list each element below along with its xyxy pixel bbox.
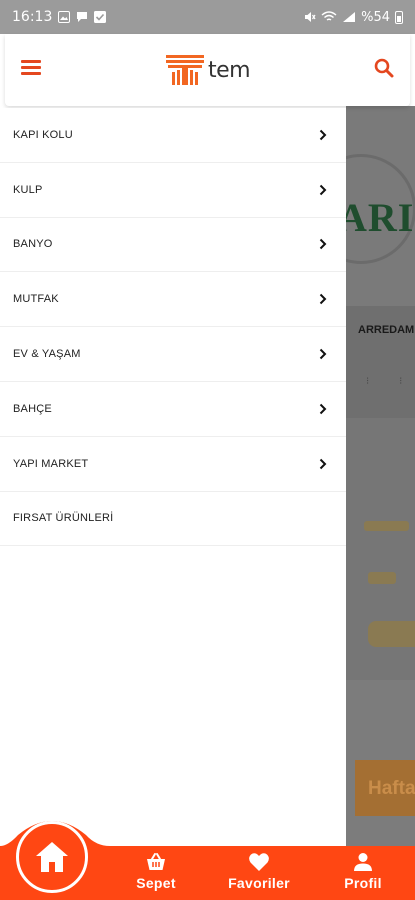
nav-label: Sepet	[136, 875, 176, 891]
heart-icon	[249, 853, 269, 871]
battery-icon	[395, 10, 403, 24]
checkbox-icon	[94, 11, 107, 23]
status-bar: 16:13 %54	[0, 0, 415, 34]
nav-profil[interactable]: Profil	[341, 848, 385, 898]
menu-item-mutfak[interactable]: MUTFAK	[0, 272, 346, 328]
chevron-right-icon	[319, 184, 327, 195]
status-time: 16:13	[12, 9, 53, 25]
menu-item-bahce[interactable]: BAHÇE	[0, 382, 346, 437]
chevron-right-icon	[319, 458, 327, 469]
background-brand-logo-area: ARIT	[346, 106, 415, 306]
carousel-dots: ⁝⁝	[366, 376, 402, 387]
image-icon	[58, 11, 71, 23]
chevron-right-icon	[319, 403, 327, 415]
search-icon[interactable]	[372, 56, 396, 80]
battery-percent: %54	[361, 9, 390, 25]
menu-item-kapi-kolu[interactable]: KAPI KOLU	[0, 108, 346, 163]
user-icon	[354, 853, 372, 871]
background-page-overlay[interactable]: ARIT ARREDAMI ⁝⁝ Hafta	[346, 106, 415, 846]
menu-item-ev-yasam[interactable]: EV & YAŞAM	[0, 327, 346, 382]
home-icon	[36, 842, 68, 872]
menu-item-kulp[interactable]: KULP	[0, 163, 346, 218]
menu-item-label: YAPI MARKET	[13, 457, 89, 470]
hamburger-menu-icon[interactable]	[21, 60, 41, 76]
chevron-right-icon	[319, 348, 327, 360]
category-drawer: KAPI KOLU KULP BANYO MUTFAK EV & YAŞAM B…	[0, 108, 346, 846]
brand-logo[interactable]: tem	[166, 54, 251, 86]
menu-item-label: EV & YAŞAM	[13, 348, 81, 361]
menu-item-label: BAHÇE	[13, 402, 52, 415]
brand-logo-text: ARIT	[346, 195, 415, 240]
tem-logo-icon	[166, 55, 204, 85]
menu-item-label: FIRSAT ÜRÜNLERİ	[13, 512, 114, 525]
menu-item-yapi-market[interactable]: YAPI MARKET	[0, 437, 346, 492]
app-header: tem	[5, 34, 410, 106]
brand-name: ARREDAMI	[358, 324, 415, 336]
menu-item-label: MUTFAK	[13, 293, 59, 306]
nav-favoriler[interactable]: Favoriler	[224, 848, 294, 898]
home-button[interactable]	[16, 821, 88, 893]
product-holder	[368, 621, 415, 647]
menu-item-banyo[interactable]: BANYO	[0, 218, 346, 273]
basket-icon	[147, 853, 165, 870]
wifi-icon	[321, 11, 337, 21]
menu-item-label: KAPI KOLU	[13, 128, 73, 141]
nav-label: Favoriler	[228, 875, 290, 891]
menu-item-label: BANYO	[13, 238, 53, 251]
chevron-right-icon	[319, 294, 327, 305]
chat-icon	[77, 12, 88, 22]
product-hook	[368, 572, 396, 584]
nav-label: Profil	[344, 875, 382, 891]
mute-icon	[305, 12, 316, 22]
chevron-right-icon	[319, 239, 327, 250]
menu-item-firsat-urunleri[interactable]: FIRSAT ÜRÜNLERİ	[0, 492, 346, 547]
menu-item-label: KULP	[13, 183, 43, 196]
promo-banner: Hafta	[355, 760, 415, 816]
chevron-right-icon	[319, 129, 327, 141]
nav-sepet[interactable]: Sepet	[134, 848, 178, 898]
logo-text: tem	[208, 57, 251, 83]
product-hook	[364, 521, 409, 531]
signal-icon	[343, 12, 356, 22]
